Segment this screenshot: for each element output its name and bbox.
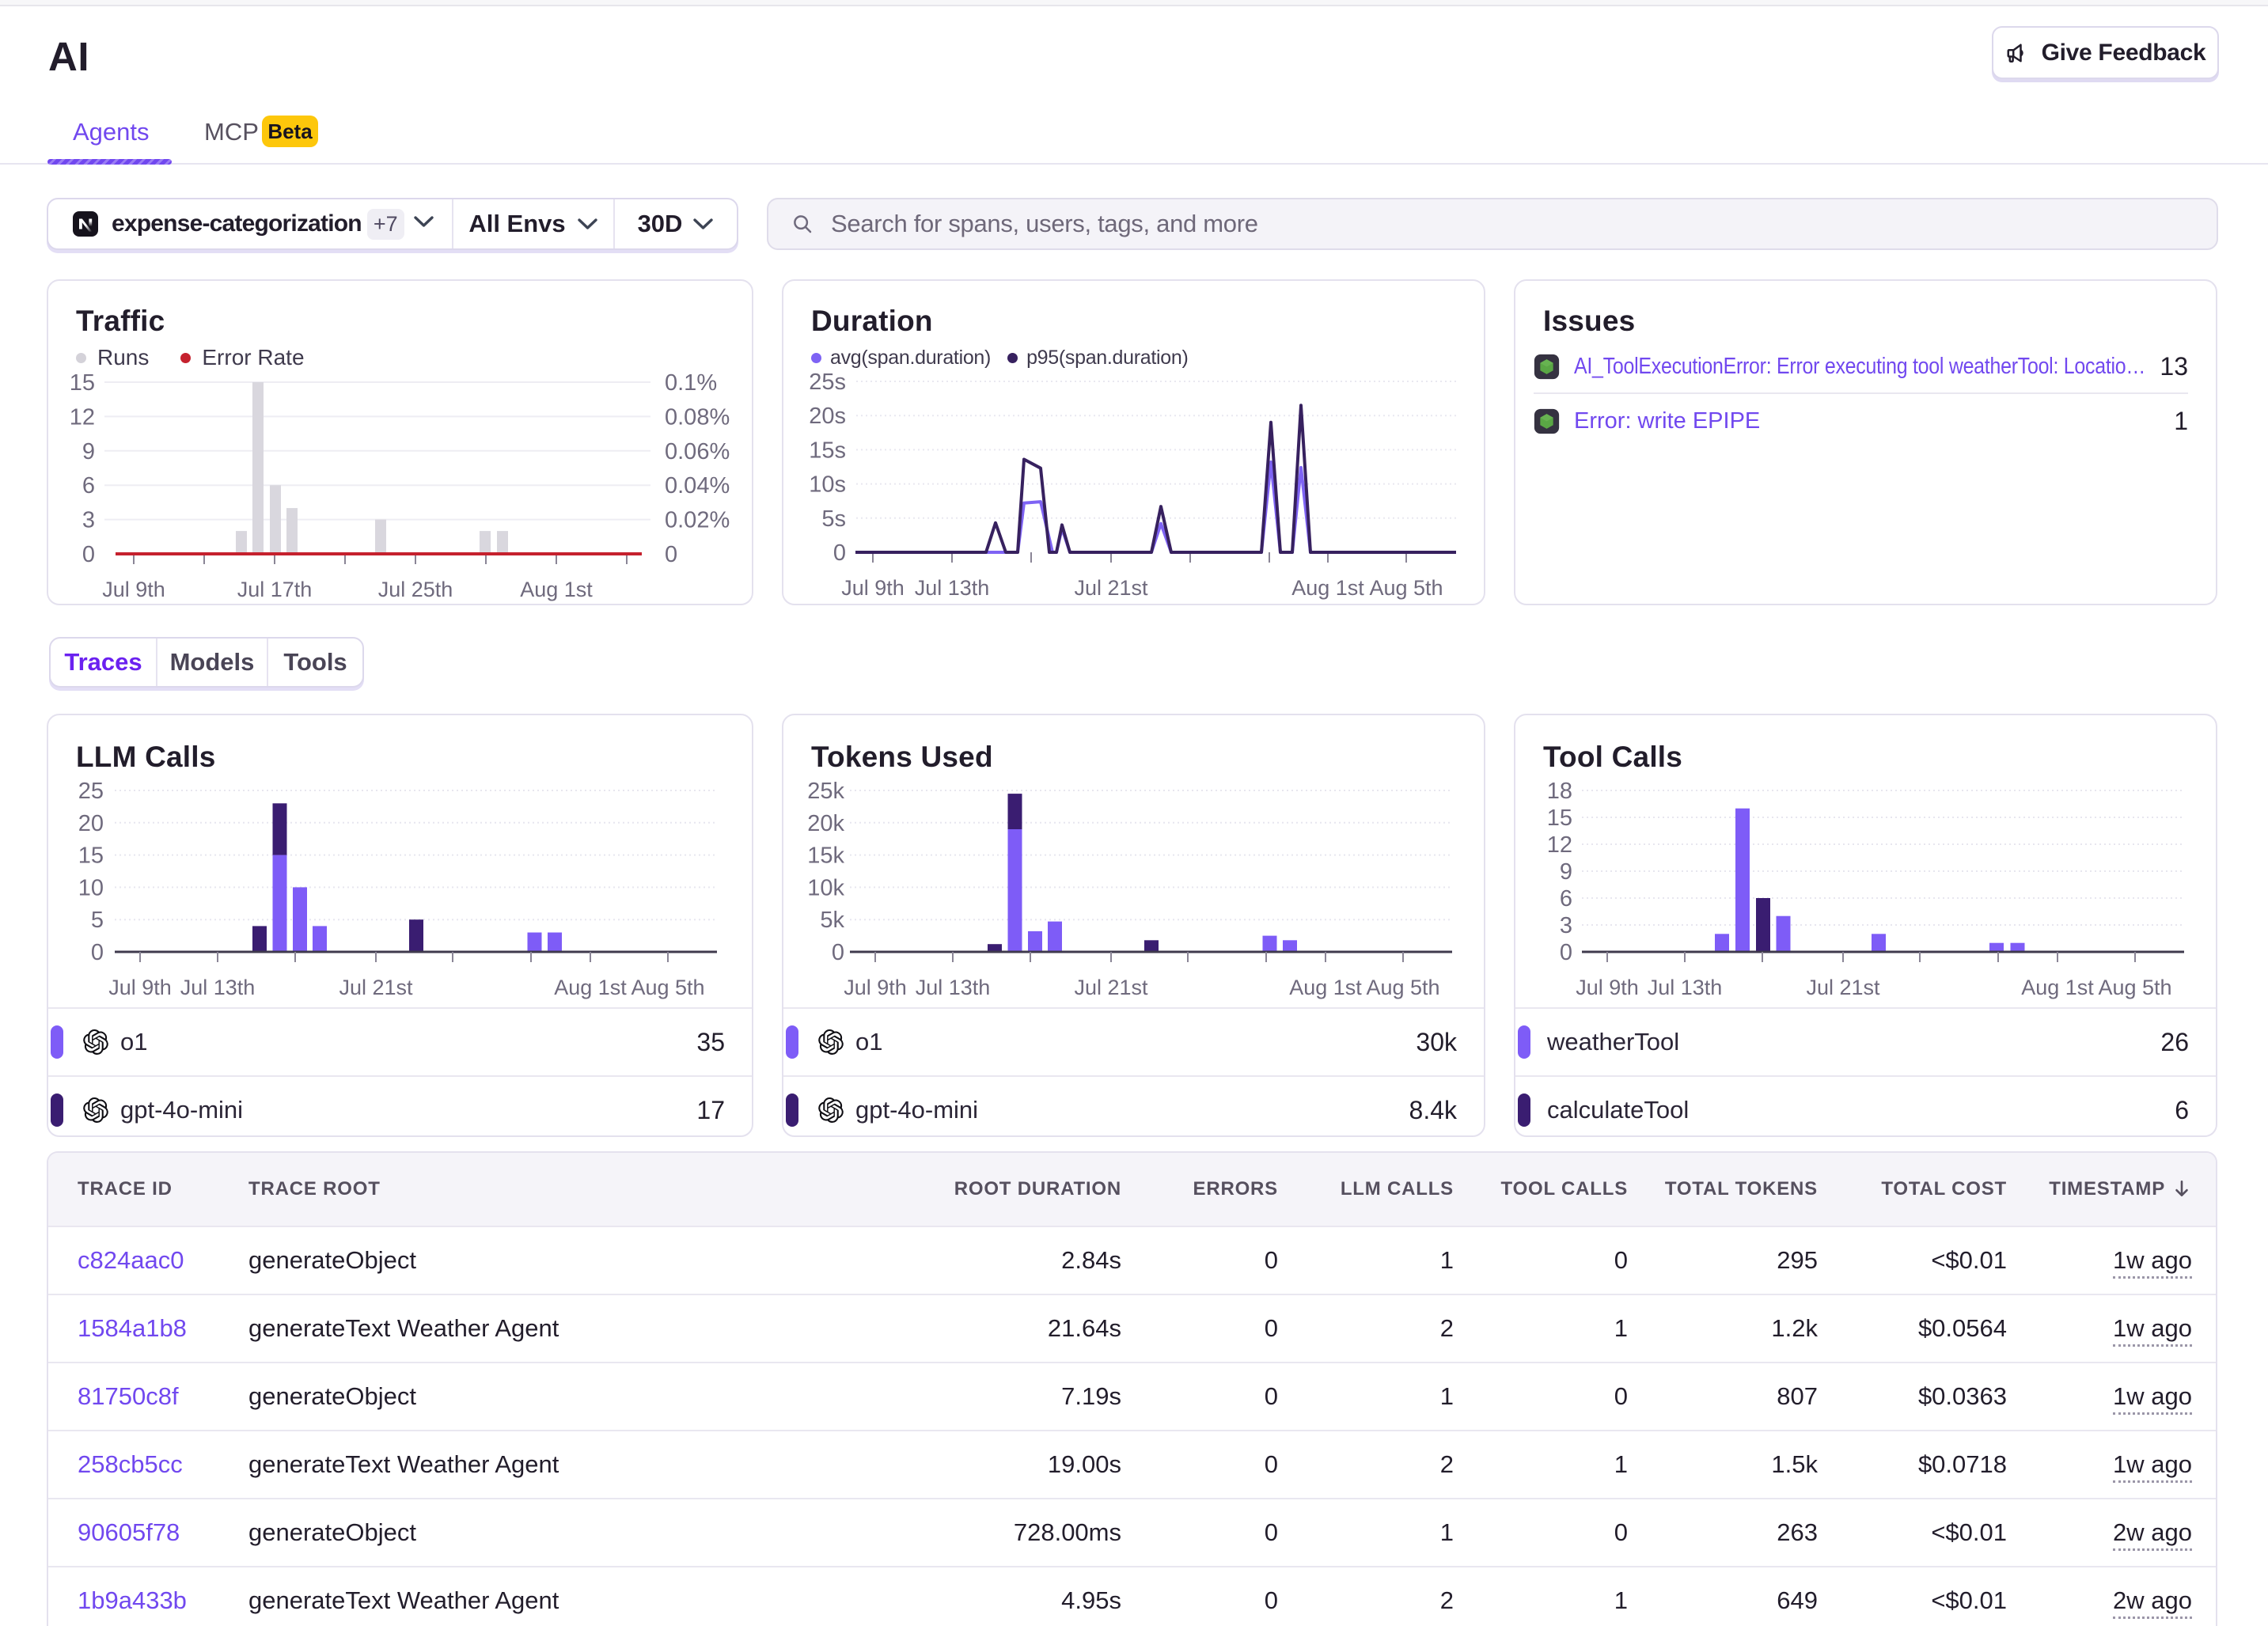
svg-text:0.1%: 0.1% — [665, 370, 717, 396]
svg-text:Aug 5th: Aug 5th — [1366, 976, 1439, 999]
svg-text:Aug 1st: Aug 1st — [2021, 976, 2094, 999]
svg-text:15k: 15k — [807, 843, 844, 869]
svg-text:15: 15 — [70, 370, 95, 396]
svg-text:20s: 20s — [809, 404, 846, 429]
svg-text:Jul 9th: Jul 9th — [844, 976, 907, 999]
svg-text:0: 0 — [665, 542, 677, 567]
svg-text:0: 0 — [1560, 940, 1572, 965]
svg-text:0: 0 — [833, 540, 846, 566]
svg-text:10: 10 — [78, 875, 104, 900]
svg-text:Aug 5th: Aug 5th — [631, 976, 704, 999]
svg-text:0: 0 — [832, 940, 844, 965]
svg-text:Jul 21st: Jul 21st — [1074, 976, 1148, 999]
svg-text:25s: 25s — [809, 370, 846, 395]
svg-text:Jul 21st: Jul 21st — [1074, 576, 1148, 600]
svg-text:Aug 1st: Aug 1st — [1291, 576, 1364, 600]
svg-text:25k: 25k — [807, 779, 844, 804]
svg-text:Jul 25th: Jul 25th — [378, 578, 453, 601]
svg-text:Jul 13th: Jul 13th — [915, 576, 990, 600]
svg-text:0: 0 — [82, 542, 95, 567]
svg-text:Jul 13th: Jul 13th — [916, 976, 991, 999]
svg-text:3: 3 — [1560, 913, 1572, 938]
svg-text:9: 9 — [1560, 859, 1572, 885]
svg-text:6: 6 — [1560, 886, 1572, 912]
svg-text:15s: 15s — [809, 438, 846, 463]
svg-text:20: 20 — [78, 811, 104, 836]
svg-text:Jul 13th: Jul 13th — [1648, 976, 1723, 999]
svg-text:5: 5 — [91, 908, 104, 933]
svg-text:15: 15 — [1547, 805, 1572, 831]
svg-text:25: 25 — [78, 779, 104, 804]
svg-text:9: 9 — [82, 439, 95, 464]
svg-text:Jul 13th: Jul 13th — [180, 976, 256, 999]
svg-text:Jul 9th: Jul 9th — [1576, 976, 1639, 999]
svg-text:12: 12 — [70, 404, 95, 430]
svg-text:15: 15 — [78, 843, 104, 869]
svg-text:Aug 1st: Aug 1st — [520, 578, 593, 601]
svg-text:10s: 10s — [809, 472, 846, 498]
svg-text:Jul 9th: Jul 9th — [841, 576, 905, 600]
svg-text:Jul 9th: Jul 9th — [102, 578, 165, 601]
svg-text:Aug 1st: Aug 1st — [554, 976, 627, 999]
svg-text:20k: 20k — [807, 811, 844, 836]
svg-text:5k: 5k — [820, 908, 844, 933]
svg-text:0.02%: 0.02% — [665, 508, 730, 533]
svg-text:Aug 5th: Aug 5th — [1369, 576, 1443, 600]
svg-text:Jul 21st: Jul 21st — [1806, 976, 1880, 999]
svg-text:6: 6 — [82, 473, 95, 498]
svg-text:3: 3 — [82, 508, 95, 533]
svg-text:12: 12 — [1547, 832, 1572, 858]
svg-text:Jul 17th: Jul 17th — [237, 578, 313, 601]
svg-text:0.04%: 0.04% — [665, 473, 730, 498]
svg-text:0.06%: 0.06% — [665, 439, 730, 464]
svg-text:0: 0 — [91, 940, 104, 965]
svg-text:5s: 5s — [821, 506, 846, 532]
svg-text:Aug 5th: Aug 5th — [2098, 976, 2171, 999]
svg-text:Jul 21st: Jul 21st — [339, 976, 413, 999]
svg-text:10k: 10k — [807, 875, 844, 900]
svg-text:Aug 1st: Aug 1st — [1289, 976, 1362, 999]
svg-text:Jul 9th: Jul 9th — [108, 976, 172, 999]
svg-text:0.08%: 0.08% — [665, 404, 730, 430]
svg-text:18: 18 — [1547, 779, 1572, 804]
